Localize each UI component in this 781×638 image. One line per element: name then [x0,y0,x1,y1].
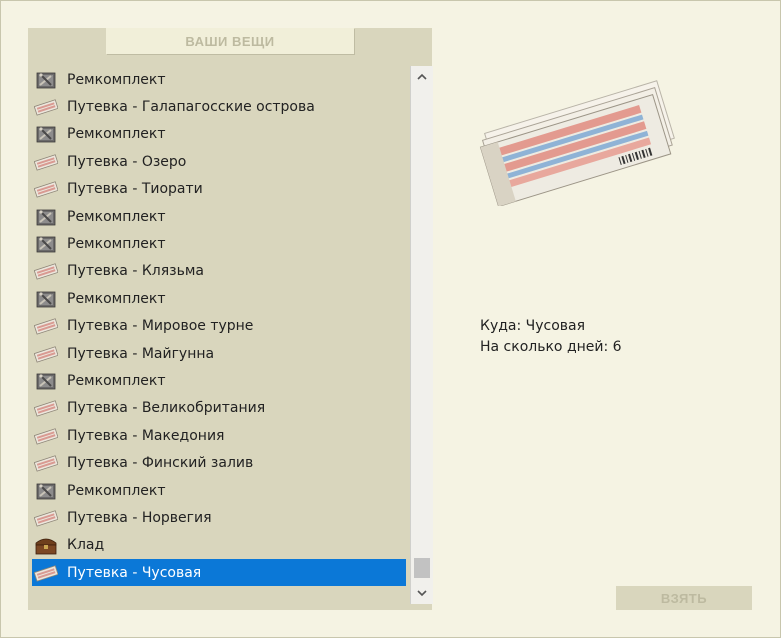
list-item-label: Путевка - Чусовая [67,564,202,581]
list-item[interactable]: Ремкомплект [32,285,406,312]
list-item[interactable]: Ремкомплект [32,367,406,394]
items-list[interactable]: Ремкомплект Путевка - Галапагосские остро… [32,66,406,606]
list-item[interactable]: Путевка - Галапагосские острова [32,93,406,120]
list-item-label: Ремкомплект [67,372,166,389]
chevron-up-icon [417,73,427,80]
ticket-icon [34,178,58,200]
list-item[interactable]: Ремкомплект [32,477,406,504]
ticket-icon [34,315,58,337]
list-item-label: Ремкомплект [67,290,166,307]
repair-kit-icon [34,233,58,255]
list-item-label: Путевка - Финский залив [67,455,254,472]
list-item[interactable]: Путевка - Македония [32,422,406,449]
repair-kit-icon [34,370,58,392]
list-item-label: Путевка - Норвегия [67,509,212,526]
list-item-label: Клад [67,537,105,554]
scroll-down-button[interactable] [411,584,433,602]
take-button[interactable]: ВЗЯТЬ [616,586,752,610]
ticket-icon [34,343,58,365]
list-item-label: Путевка - Озеро [67,153,187,170]
ticket-icon [34,96,58,118]
panel-title-tab: ВАШИ ВЕЩИ [106,28,354,54]
scrollbar[interactable] [410,66,433,604]
list-item[interactable]: Путевка - Великобритания [32,395,406,422]
items-panel: ВАШИ ВЕЩИ Ремкомплект Путевка - Галапагос… [28,28,433,610]
ticket-icon [34,452,58,474]
repair-kit-icon [34,69,58,91]
take-button-label: ВЗЯТЬ [660,590,708,606]
list-item-label: Путевка - Майгунна [67,345,215,362]
list-item[interactable]: Путевка - Майгунна [32,340,406,367]
chevron-down-icon [417,590,427,597]
list-item-label: Путевка - Македония [67,427,225,444]
repair-kit-icon [34,206,58,228]
list-item[interactable]: Путевка - Клязьма [32,258,406,285]
list-item[interactable]: Путевка - Озеро [32,148,406,175]
ticket-icon [34,425,58,447]
days-text: На сколько дней: 6 [480,339,622,355]
item-details: Куда: Чусовая На сколько дней: 6 [480,316,622,358]
list-item-label: Путевка - Мировое турне [67,318,254,335]
scroll-thumb[interactable] [414,558,430,578]
list-item[interactable]: Путевка - Чусовая [32,559,406,587]
list-item-label: Путевка - Галапагосские острова [67,99,315,116]
ticket-icon [474,56,682,208]
destination-text: Куда: Чусовая [480,318,586,334]
list-item-label: Ремкомплект [67,236,166,253]
list-item-label: Путевка - Тиорати [67,181,203,198]
panel-title: ВАШИ ВЕЩИ [185,33,275,49]
scroll-up-button[interactable] [411,68,433,86]
list-item-label: Ремкомплект [67,126,166,143]
list-item[interactable]: Путевка - Тиорати [32,176,406,203]
ticket-icon [34,562,58,584]
list-item[interactable]: Ремкомплект [32,121,406,148]
list-item[interactable]: Путевка - Норвегия [32,504,406,531]
list-item-label: Ремкомплект [67,208,166,225]
repair-kit-icon [34,123,58,145]
ticket-icon [34,507,58,529]
ticket-icon [34,260,58,282]
repair-kit-icon [34,288,58,310]
list-item[interactable]: Путевка - Мировое турне [32,313,406,340]
list-item[interactable]: Ремкомплект [32,66,406,93]
list-item-label: Ремкомплект [67,71,166,88]
ticket-icon [34,397,58,419]
list-item-label: Ремкомплект [67,482,166,499]
list-item-label: Путевка - Клязьма [67,263,204,280]
list-item[interactable]: Ремкомплект [32,230,406,257]
repair-kit-icon [34,480,58,502]
list-item[interactable]: Ремкомплект [32,203,406,230]
treasure-chest-icon [34,534,58,556]
list-item-label: Путевка - Великобритания [67,400,266,417]
list-item[interactable]: Клад [32,532,406,559]
list-item[interactable]: Путевка - Финский залив [32,449,406,476]
ticket-icon [34,151,58,173]
